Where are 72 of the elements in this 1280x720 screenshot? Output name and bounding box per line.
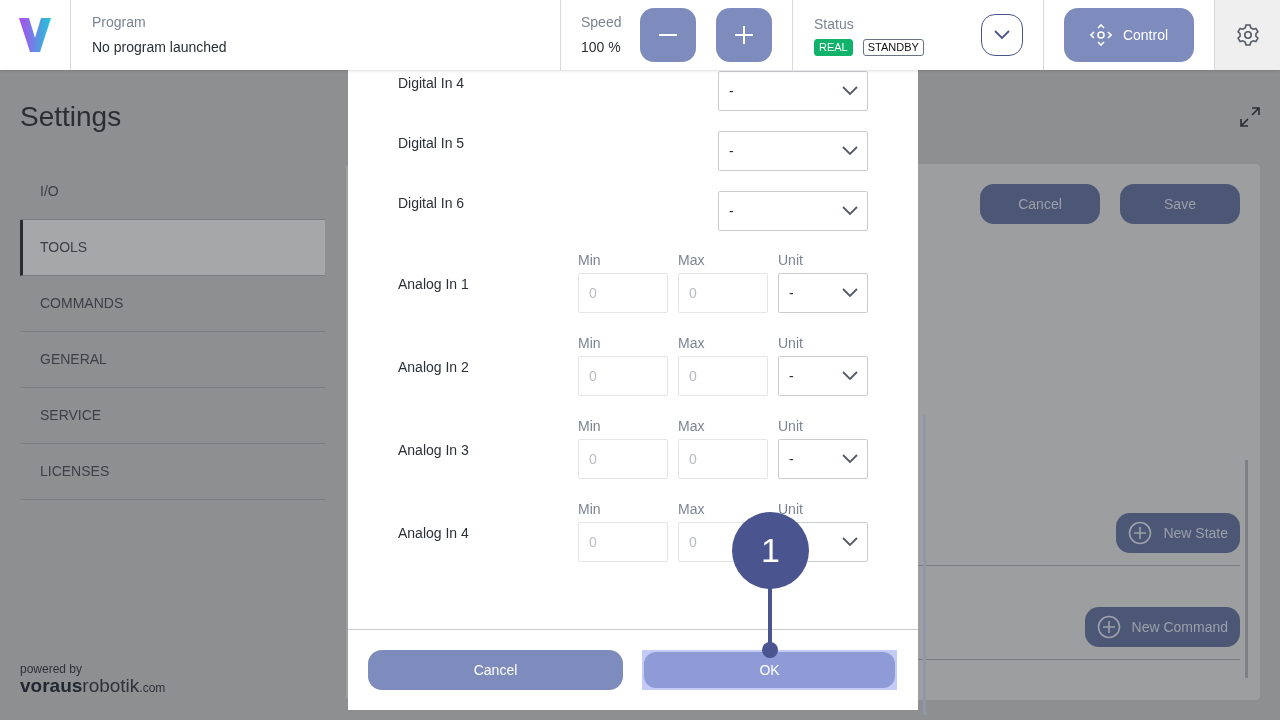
input-field[interactable]: 0 bbox=[578, 273, 668, 313]
settings-icon[interactable] bbox=[1235, 23, 1260, 47]
program-label: Program bbox=[92, 13, 147, 32]
plus-icon bbox=[735, 26, 753, 44]
move-arrows-icon bbox=[1089, 24, 1112, 46]
dropdown-field[interactable]: - bbox=[778, 273, 868, 313]
field-label: Min bbox=[578, 334, 602, 352]
input-label: Digital In 4 bbox=[398, 74, 465, 93]
dropdown-field[interactable]: - bbox=[778, 356, 868, 396]
fullscreen-icon[interactable] bbox=[1240, 107, 1260, 127]
save-button[interactable]: Save bbox=[1120, 184, 1240, 224]
program-value: No program launched bbox=[92, 38, 228, 57]
dropdown-field[interactable]: - bbox=[718, 191, 868, 231]
speed-value: 100 % bbox=[581, 38, 622, 57]
input-label: Digital In 6 bbox=[398, 194, 465, 213]
field-label: Unit bbox=[778, 251, 804, 269]
dropdown-field[interactable]: - bbox=[718, 71, 868, 111]
powered-by-text: powered by bbox=[20, 662, 84, 676]
ok-button[interactable]: OK bbox=[642, 650, 897, 690]
new-command-button[interactable]: New Command bbox=[1084, 607, 1240, 647]
status-badge: REAL bbox=[814, 39, 853, 56]
input-field[interactable]: 0 bbox=[578, 356, 668, 396]
sidebar-item[interactable]: GENERAL bbox=[20, 332, 325, 388]
field-label: Min bbox=[578, 417, 602, 435]
chevron-down-icon bbox=[842, 86, 858, 96]
speed-label: Speed bbox=[581, 13, 623, 32]
add-circle-icon bbox=[1128, 521, 1153, 545]
chevron-down-icon bbox=[842, 146, 858, 156]
chevron-down-icon bbox=[842, 288, 858, 298]
status-expand-button[interactable] bbox=[981, 14, 1023, 56]
chevron-down-icon bbox=[994, 30, 1010, 40]
sidebar-item[interactable]: LICENSES bbox=[20, 444, 325, 500]
status-label: Status bbox=[814, 15, 855, 34]
decrease-speed-button[interactable] bbox=[640, 8, 696, 62]
field-label: Max bbox=[678, 334, 706, 352]
increase-speed-button[interactable] bbox=[716, 8, 772, 62]
input-label: Digital In 5 bbox=[398, 134, 465, 153]
chevron-down-icon bbox=[842, 537, 858, 547]
status-badge: STANDBY bbox=[862, 39, 924, 56]
input-field[interactable]: 0 bbox=[678, 273, 768, 313]
field-label: Unit bbox=[778, 417, 804, 435]
dropdown-field[interactable]: - bbox=[718, 131, 868, 171]
input-label: Analog In 1 bbox=[398, 275, 470, 294]
input-field[interactable]: 0 bbox=[678, 439, 768, 479]
field-label: Max bbox=[678, 417, 706, 435]
input-label: Analog In 3 bbox=[398, 441, 470, 460]
sidebar-item[interactable]: COMMANDS bbox=[20, 276, 325, 332]
input-field[interactable]: 0 bbox=[578, 439, 668, 479]
brand-wordmark: vorausrobotik.com bbox=[20, 676, 167, 698]
sidebar-item[interactable]: TOOLS bbox=[20, 220, 325, 276]
field-label: Min bbox=[578, 500, 602, 518]
chevron-down-icon bbox=[842, 206, 858, 216]
dropdown-field[interactable]: - bbox=[778, 439, 868, 479]
cancel-button[interactable]: Cancel bbox=[980, 184, 1100, 224]
field-label: Max bbox=[678, 500, 706, 518]
add-circle-icon bbox=[1096, 615, 1121, 639]
input-field[interactable]: 0 bbox=[578, 522, 668, 562]
field-label: Unit bbox=[778, 334, 804, 352]
minus-icon bbox=[659, 34, 677, 36]
input-label: Analog In 4 bbox=[398, 524, 470, 543]
input-field[interactable]: 0 bbox=[678, 356, 768, 396]
new-state-button[interactable]: New State bbox=[1116, 513, 1240, 553]
dialog-cancel-button[interactable]: Cancel bbox=[368, 650, 623, 690]
page-title: Settings bbox=[20, 101, 123, 133]
chevron-down-icon bbox=[842, 454, 858, 464]
input-label: Analog In 2 bbox=[398, 358, 470, 377]
sidebar-item[interactable]: SERVICE bbox=[20, 388, 325, 444]
chevron-down-icon bbox=[842, 371, 858, 381]
field-label: Min bbox=[578, 251, 602, 269]
logo-icon bbox=[19, 18, 51, 52]
field-label: Max bbox=[678, 251, 706, 269]
control-button[interactable]: Control bbox=[1064, 8, 1194, 62]
